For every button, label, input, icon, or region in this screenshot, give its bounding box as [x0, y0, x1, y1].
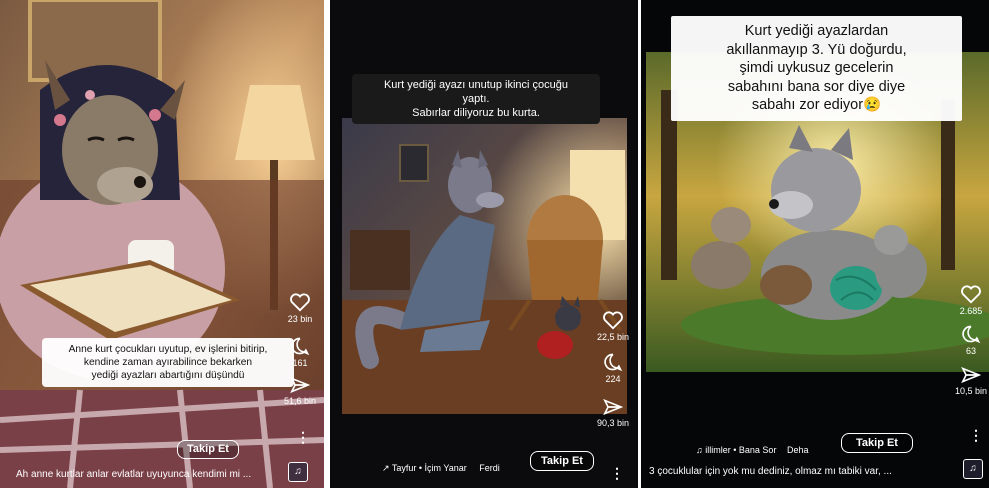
comment-count: 224	[605, 374, 621, 384]
music-note-icon[interactable]: ♫	[963, 459, 983, 479]
comment-count: 161	[292, 358, 308, 368]
bottom-caption[interactable]: 3 çocuklular için yok mu dediniz, olmaz …	[649, 466, 957, 477]
share-send-icon[interactable]	[290, 376, 310, 394]
reel-caption: Kurt yediği ayazlardan akıllanmayıp 3. Y…	[671, 16, 962, 121]
like-count: 2.685	[959, 306, 983, 316]
audio-track[interactable]: ♫ illimler • Bana Sor Deha	[696, 445, 846, 455]
comment-count: 63	[965, 346, 976, 356]
follow-button[interactable]: Takip Et	[177, 440, 239, 459]
more-options-icon[interactable]: ⋮	[969, 428, 983, 442]
comment-bubble-icon[interactable]	[290, 336, 310, 356]
like-count: 22,5 bin	[596, 332, 630, 342]
share-send-icon[interactable]	[961, 366, 981, 384]
like-count: 23 bin	[287, 314, 313, 324]
follow-button[interactable]: Takip Et	[841, 433, 913, 453]
more-options-icon[interactable]: ⋮	[610, 466, 624, 480]
action-rail: 22,5 bin 224 90,3 bin	[595, 310, 631, 428]
reel-panel-3[interactable]: Kurt yediği ayazlardan akıllanmayıp 3. Y…	[641, 0, 989, 488]
share-count: 10,5 bin	[954, 386, 988, 396]
share-send-icon[interactable]	[603, 398, 623, 416]
comment-bubble-icon[interactable]	[961, 324, 981, 344]
action-rail: 23 bin 161 51,6 bin	[282, 292, 318, 406]
audio-artist: Ferdi	[479, 463, 500, 473]
share-count: 90,3 bin	[596, 418, 630, 428]
reel-panel-1[interactable]: Anne kurt çocukları uyutup, ev işlerini …	[0, 0, 324, 488]
like-heart-icon[interactable]	[289, 292, 311, 312]
reel-caption: Anne kurt çocukları uyutup, ev işlerini …	[42, 338, 294, 387]
music-note-icon[interactable]: ♫	[288, 462, 308, 482]
action-rail: 2.685 63 10,5 bin	[953, 284, 989, 396]
reel-image-wolf-reading	[0, 0, 324, 488]
audio-artist: Deha	[786, 445, 809, 455]
share-count: 51,6 bin	[283, 396, 317, 406]
audio-title: Tayfur • İçim Yanar	[391, 463, 467, 473]
reel-caption: Kurt yediği ayazı unutup ikinci çocuğu y…	[352, 74, 600, 124]
audio-title: illimler • Bana Sor	[705, 445, 777, 455]
trending-arrow-icon: ↗	[382, 463, 390, 473]
audio-track[interactable]: ↗ Tayfur • İçim Yanar Ferdi	[382, 463, 532, 474]
like-heart-icon[interactable]	[602, 310, 624, 330]
comment-bubble-icon[interactable]	[603, 352, 623, 372]
more-options-icon[interactable]: ⋮	[296, 430, 310, 444]
reel-panel-2[interactable]: Kurt yediği ayazı unutup ikinci çocuğu y…	[330, 0, 638, 488]
bottom-caption[interactable]: Ah anne kurtlar anlar evlatlar uyuyunca …	[16, 469, 271, 480]
like-heart-icon[interactable]	[960, 284, 982, 304]
music-note-small-icon: ♫	[696, 445, 703, 455]
follow-button[interactable]: Takip Et	[530, 451, 594, 471]
